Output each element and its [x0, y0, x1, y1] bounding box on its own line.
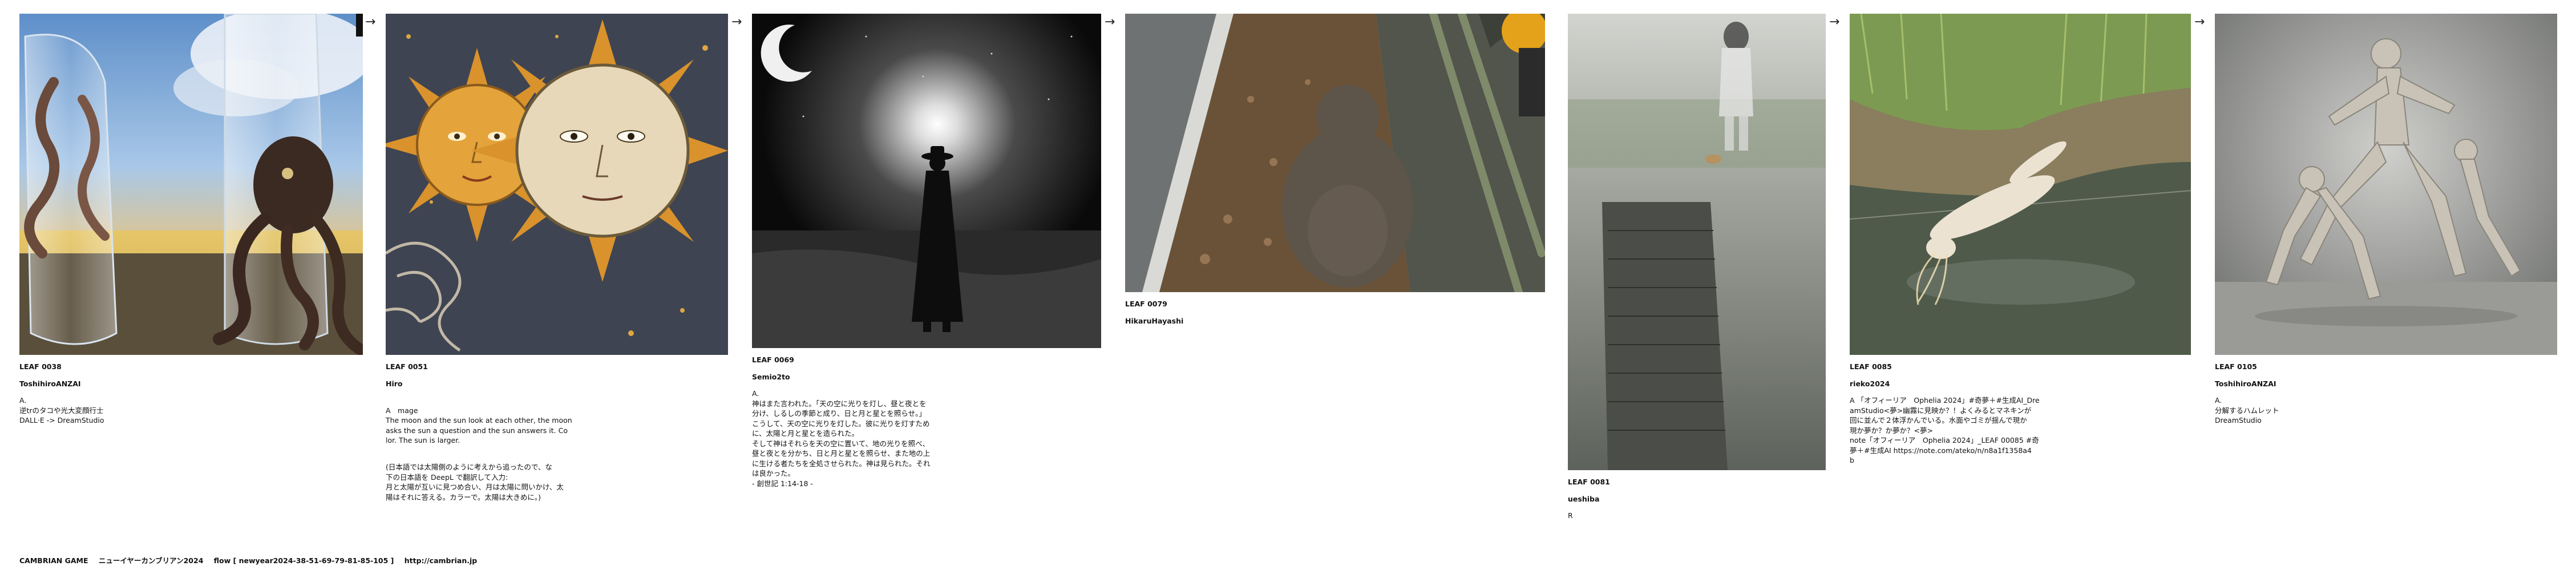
leaf-image[interactable] [1568, 14, 1826, 470]
leaf-id: LEAF 0085 [1850, 362, 1892, 371]
leaf-description: A 「オフィーリア Ophelia 2024」#奇夢＋#生成AI_Dre amS… [1850, 396, 2040, 464]
leaf-card: LEAF 0069 Semio2to A. 神はまた言われた。「天の空に光りを灯… [752, 14, 1101, 488]
flow-arrow-icon: → [365, 15, 376, 29]
leaf-description: A. 神はまた言われた。「天の空に光りを灯し、昼と夜とを 分け、しるしの季節と成… [752, 389, 931, 488]
flow-arrow-icon: → [2194, 15, 2205, 29]
leaf-card: LEAF 0105 ToshihiroANZAI A. 分解するハムレット Dr… [2215, 14, 2557, 426]
leaf-image[interactable] [752, 14, 1101, 348]
footer-url-link[interactable]: http://cambrian.jp [405, 556, 478, 565]
leaf-image[interactable] [2215, 14, 2557, 355]
leaf-author[interactable]: ToshihiroANZAI [19, 379, 363, 389]
leaf-description: A. 逆trのタコや光大変顔行士 DALL·E -> DreamStudio [19, 396, 104, 425]
footer-game-name: CAMBRIAN GAME [19, 556, 88, 565]
flow-arrow-icon: → [1105, 15, 1115, 29]
leaf-image[interactable] [1850, 14, 2191, 355]
leaf-id: LEAF 0105 [2215, 362, 2257, 371]
leaf-id: LEAF 0081 [1568, 478, 1610, 486]
leaf-author[interactable]: Hiro [386, 379, 728, 389]
leaf-card: LEAF 0079 HikaruHayashi [1125, 14, 1545, 333]
leaf-card: LEAF 0038 ToshihiroANZAI A. 逆trのタコや光大変顔行… [19, 14, 363, 426]
leaf-author[interactable]: Semio2to [752, 372, 1101, 382]
leaf-image[interactable] [386, 14, 728, 355]
leaf-id: LEAF 0079 [1125, 300, 1167, 308]
leaf-card: LEAF 0085 rieko2024 A 「オフィーリア Ophelia 20… [1850, 14, 2191, 466]
leaf-description-translation: (日本語では太陽側のように考えから追ったので、な 下の日本語を DeepL で翻… [386, 463, 564, 502]
footer-title: ニューイヤーカンブリアン2024 [98, 556, 204, 565]
footer-flow-id: flow [ newyear2024-38-51-69-79-81-85-105… [213, 556, 394, 565]
leaf-card: LEAF 0051 Hiro A mage The moon and the s… [386, 14, 728, 519]
leaf-image[interactable] [1125, 14, 1545, 292]
leaf-id: LEAF 0051 [386, 362, 428, 371]
leaf-description: R [1568, 511, 1573, 520]
leaf-card: LEAF 0081 ueshiba R [1568, 14, 1826, 521]
leaf-author[interactable]: ueshiba [1568, 494, 1826, 504]
flow-arrow-icon: → [731, 15, 742, 29]
leaf-author[interactable]: HikaruHayashi [1125, 316, 1545, 326]
leaf-description: A. 分解するハムレット DreamStudio [2215, 396, 2279, 425]
flow-arrow-icon: → [1829, 15, 1840, 29]
leaf-author[interactable]: ToshihiroANZAI [2215, 379, 2557, 389]
leaf-description: A mage The moon and the sun look at each… [386, 406, 572, 445]
leaf-image[interactable] [19, 14, 363, 355]
flow-footer: CAMBRIAN GAME ニューイヤーカンブリアン2024 flow [ ne… [19, 555, 485, 565]
leaf-id: LEAF 0069 [752, 355, 794, 364]
leaf-id: LEAF 0038 [19, 362, 62, 371]
leaf-author[interactable]: rieko2024 [1850, 379, 2191, 389]
